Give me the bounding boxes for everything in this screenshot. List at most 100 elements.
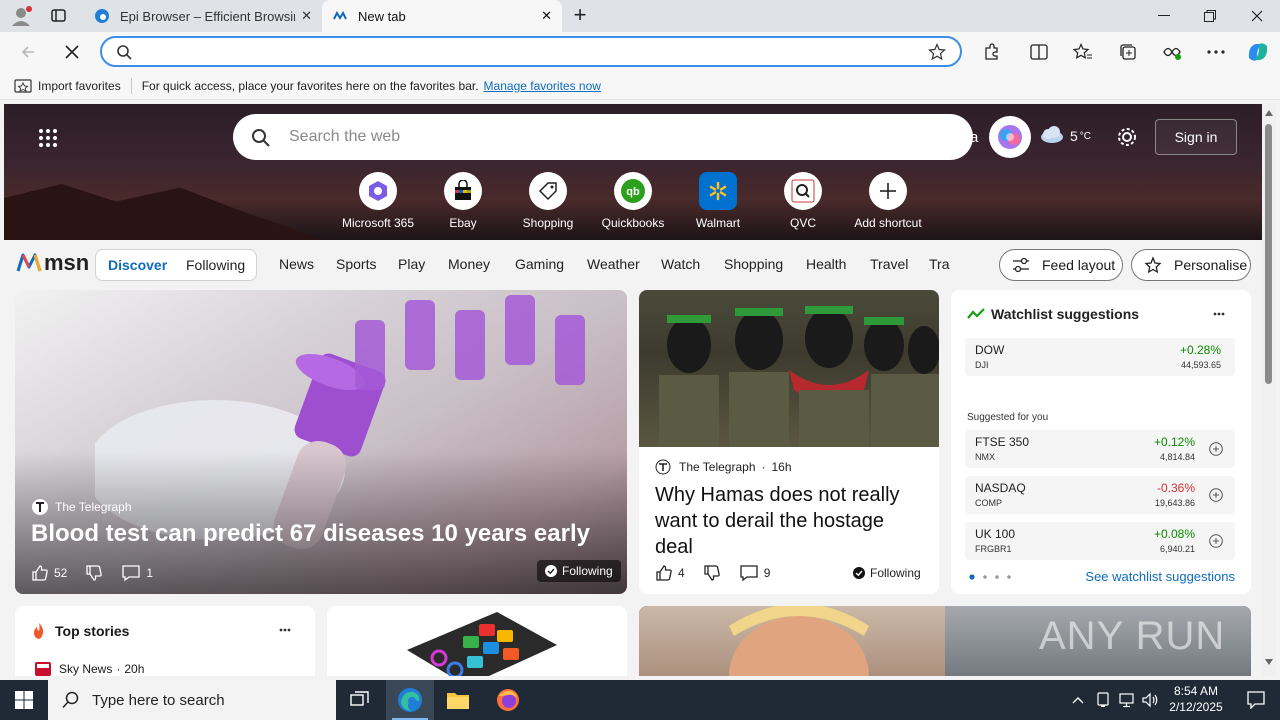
nav-traffic[interactable]: Tra — [929, 256, 951, 272]
article-source[interactable]: The Telegraph · 16h — [655, 459, 792, 475]
volume-icon[interactable] — [1138, 680, 1164, 720]
like-icon[interactable] — [31, 564, 49, 582]
stock-row-nasdaq[interactable]: NASDAQ COMP -0.36% 19,643.86 — [965, 476, 1235, 514]
carousel-dots[interactable] — [969, 574, 1017, 580]
web-search-input[interactable]: Search the web — [289, 128, 400, 146]
shortcut-microsoft-365[interactable]: Microsoft 365 — [338, 172, 418, 230]
import-favorites-icon[interactable] — [14, 78, 32, 94]
article-following-badge[interactable]: Following — [853, 566, 921, 580]
profile-icon[interactable] — [8, 4, 34, 28]
taskbar-clock[interactable]: 8:54 AM 2/12/2025 — [1164, 683, 1228, 715]
new-tab-button[interactable]: + — [568, 4, 592, 28]
shortcut-shopping[interactable]: Shopping — [508, 172, 588, 230]
product-card[interactable] — [327, 606, 627, 676]
close-tab-icon[interactable]: ✕ — [301, 8, 312, 24]
file-explorer-icon[interactable] — [434, 680, 482, 720]
import-favorites-button[interactable]: Import favorites — [38, 79, 121, 93]
settings-more-icon[interactable] — [1200, 36, 1232, 68]
weather-readout[interactable]: 5 °C — [1070, 128, 1091, 144]
shortcut-add[interactable]: Add shortcut — [848, 172, 928, 230]
start-button[interactable] — [0, 680, 48, 720]
favorites-icon[interactable] — [1067, 36, 1099, 68]
taskbar-search-box[interactable]: Type here to search — [48, 680, 336, 720]
feed-layout-button[interactable]: Feed layout — [999, 249, 1123, 281]
add-stock-icon[interactable] — [1209, 488, 1223, 502]
page-settings-icon[interactable] — [1116, 126, 1138, 148]
add-stock-icon[interactable] — [1209, 534, 1223, 548]
add-stock-icon[interactable] — [1209, 442, 1223, 456]
top-story-source[interactable]: Sky News · 20h — [35, 662, 144, 676]
tab-following[interactable]: Following — [186, 257, 245, 273]
favorite-star-icon[interactable] — [928, 43, 946, 61]
nav-travel[interactable]: Travel — [870, 256, 908, 272]
taskbar-search-input[interactable]: Type here to search — [92, 692, 225, 709]
nav-health[interactable]: Health — [806, 256, 846, 272]
tab-new-tab[interactable]: New tab ✕ — [322, 0, 562, 32]
comment-icon[interactable] — [121, 564, 141, 582]
stock-row-dow[interactable]: DOW DJI +0.28% 44,593.65 — [965, 338, 1235, 376]
stock-row-uk100[interactable]: UK 100 FRGBR1 +0.08% 6,940.21 — [965, 522, 1235, 560]
hero-source[interactable]: The Telegraph — [31, 498, 132, 516]
tab-epi-browser[interactable]: Epi Browser – Efficient Browsing, ✕ — [84, 0, 322, 32]
comment-icon[interactable] — [739, 564, 759, 582]
shortcut-walmart[interactable]: Walmart — [678, 172, 758, 230]
address-input[interactable] — [142, 44, 902, 60]
hero-following-badge[interactable]: Following — [537, 560, 621, 582]
watchlist-more-icon[interactable] — [1213, 312, 1225, 316]
sign-in-button[interactable]: Sign in — [1155, 119, 1237, 155]
copilot-icon[interactable] — [1242, 36, 1274, 68]
restore-button[interactable] — [1187, 0, 1233, 32]
minimize-button[interactable] — [1141, 0, 1187, 32]
browser-essentials-icon[interactable] — [1156, 36, 1188, 68]
article-headline[interactable]: Why Hamas does not really want to derail… — [655, 482, 925, 560]
shortcut-qvc[interactable]: QVC — [763, 172, 843, 230]
close-window-button[interactable] — [1234, 0, 1280, 32]
stock-row-ftse[interactable]: FTSE 350 NMX +0.12% 4,814.84 — [965, 430, 1235, 468]
network-icon[interactable] — [1114, 680, 1140, 720]
tab-discover[interactable]: Discover — [108, 257, 167, 273]
split-screen-icon[interactable] — [1023, 36, 1055, 68]
nav-shopping[interactable]: Shopping — [724, 256, 783, 272]
tab-actions-icon[interactable] — [50, 8, 68, 24]
web-search-box[interactable]: Search the web ra — [233, 114, 978, 160]
nav-news[interactable]: News — [279, 256, 314, 272]
device-icon[interactable] — [1090, 680, 1116, 720]
nav-gaming[interactable]: Gaming — [515, 256, 564, 272]
collections-icon[interactable] — [1112, 36, 1144, 68]
weather-cloud-icon[interactable] — [1038, 126, 1064, 144]
shortcut-ebay[interactable]: Ebay — [423, 172, 503, 230]
firefox-icon[interactable] — [484, 680, 532, 720]
personalise-button[interactable]: Personalise — [1131, 249, 1251, 281]
top-stories-more-icon[interactable] — [279, 628, 291, 632]
extensions-icon[interactable] — [975, 36, 1007, 68]
hero-headline[interactable]: Blood test can predict 67 diseases 10 ye… — [31, 520, 611, 548]
hero-article-card[interactable]: The Telegraph Blood test can predict 67 … — [15, 290, 627, 594]
nav-money[interactable]: Money — [448, 256, 490, 272]
manage-favorites-link[interactable]: Manage favorites now — [484, 79, 601, 93]
scroll-down-arrow[interactable] — [1265, 659, 1273, 665]
back-button[interactable] — [12, 36, 44, 68]
article-card-hamas[interactable]: The Telegraph · 16h Why Hamas does not r… — [639, 290, 939, 594]
scroll-up-arrow[interactable] — [1265, 110, 1273, 116]
nav-watch[interactable]: Watch — [661, 256, 700, 272]
close-tab-icon[interactable]: ✕ — [541, 8, 552, 24]
address-bar[interactable] — [100, 36, 962, 67]
copilot-avatar-icon[interactable] — [989, 116, 1031, 158]
dislike-icon[interactable] — [85, 564, 103, 582]
edge-taskbar-icon[interactable] — [386, 680, 434, 720]
notifications-icon[interactable] — [1232, 680, 1280, 720]
msn-logo[interactable]: msn — [16, 250, 89, 276]
scrollbar-thumb[interactable] — [1265, 124, 1272, 384]
nav-weather[interactable]: Weather — [587, 256, 640, 272]
task-view-icon[interactable] — [336, 680, 384, 720]
dislike-icon[interactable] — [703, 564, 721, 582]
page-scrollbar[interactable] — [1262, 104, 1276, 676]
nav-play[interactable]: Play — [398, 256, 425, 272]
like-icon[interactable] — [655, 564, 673, 582]
see-watchlist-link[interactable]: See watchlist suggestions — [1085, 569, 1235, 584]
app-launcher-icon[interactable] — [38, 128, 58, 148]
nav-sports[interactable]: Sports — [336, 256, 376, 272]
stop-loading-button[interactable] — [56, 36, 88, 68]
shortcut-quickbooks[interactable]: qb Quickbooks — [593, 172, 673, 230]
news-image-card[interactable]: ANY RUN — [639, 606, 1251, 676]
